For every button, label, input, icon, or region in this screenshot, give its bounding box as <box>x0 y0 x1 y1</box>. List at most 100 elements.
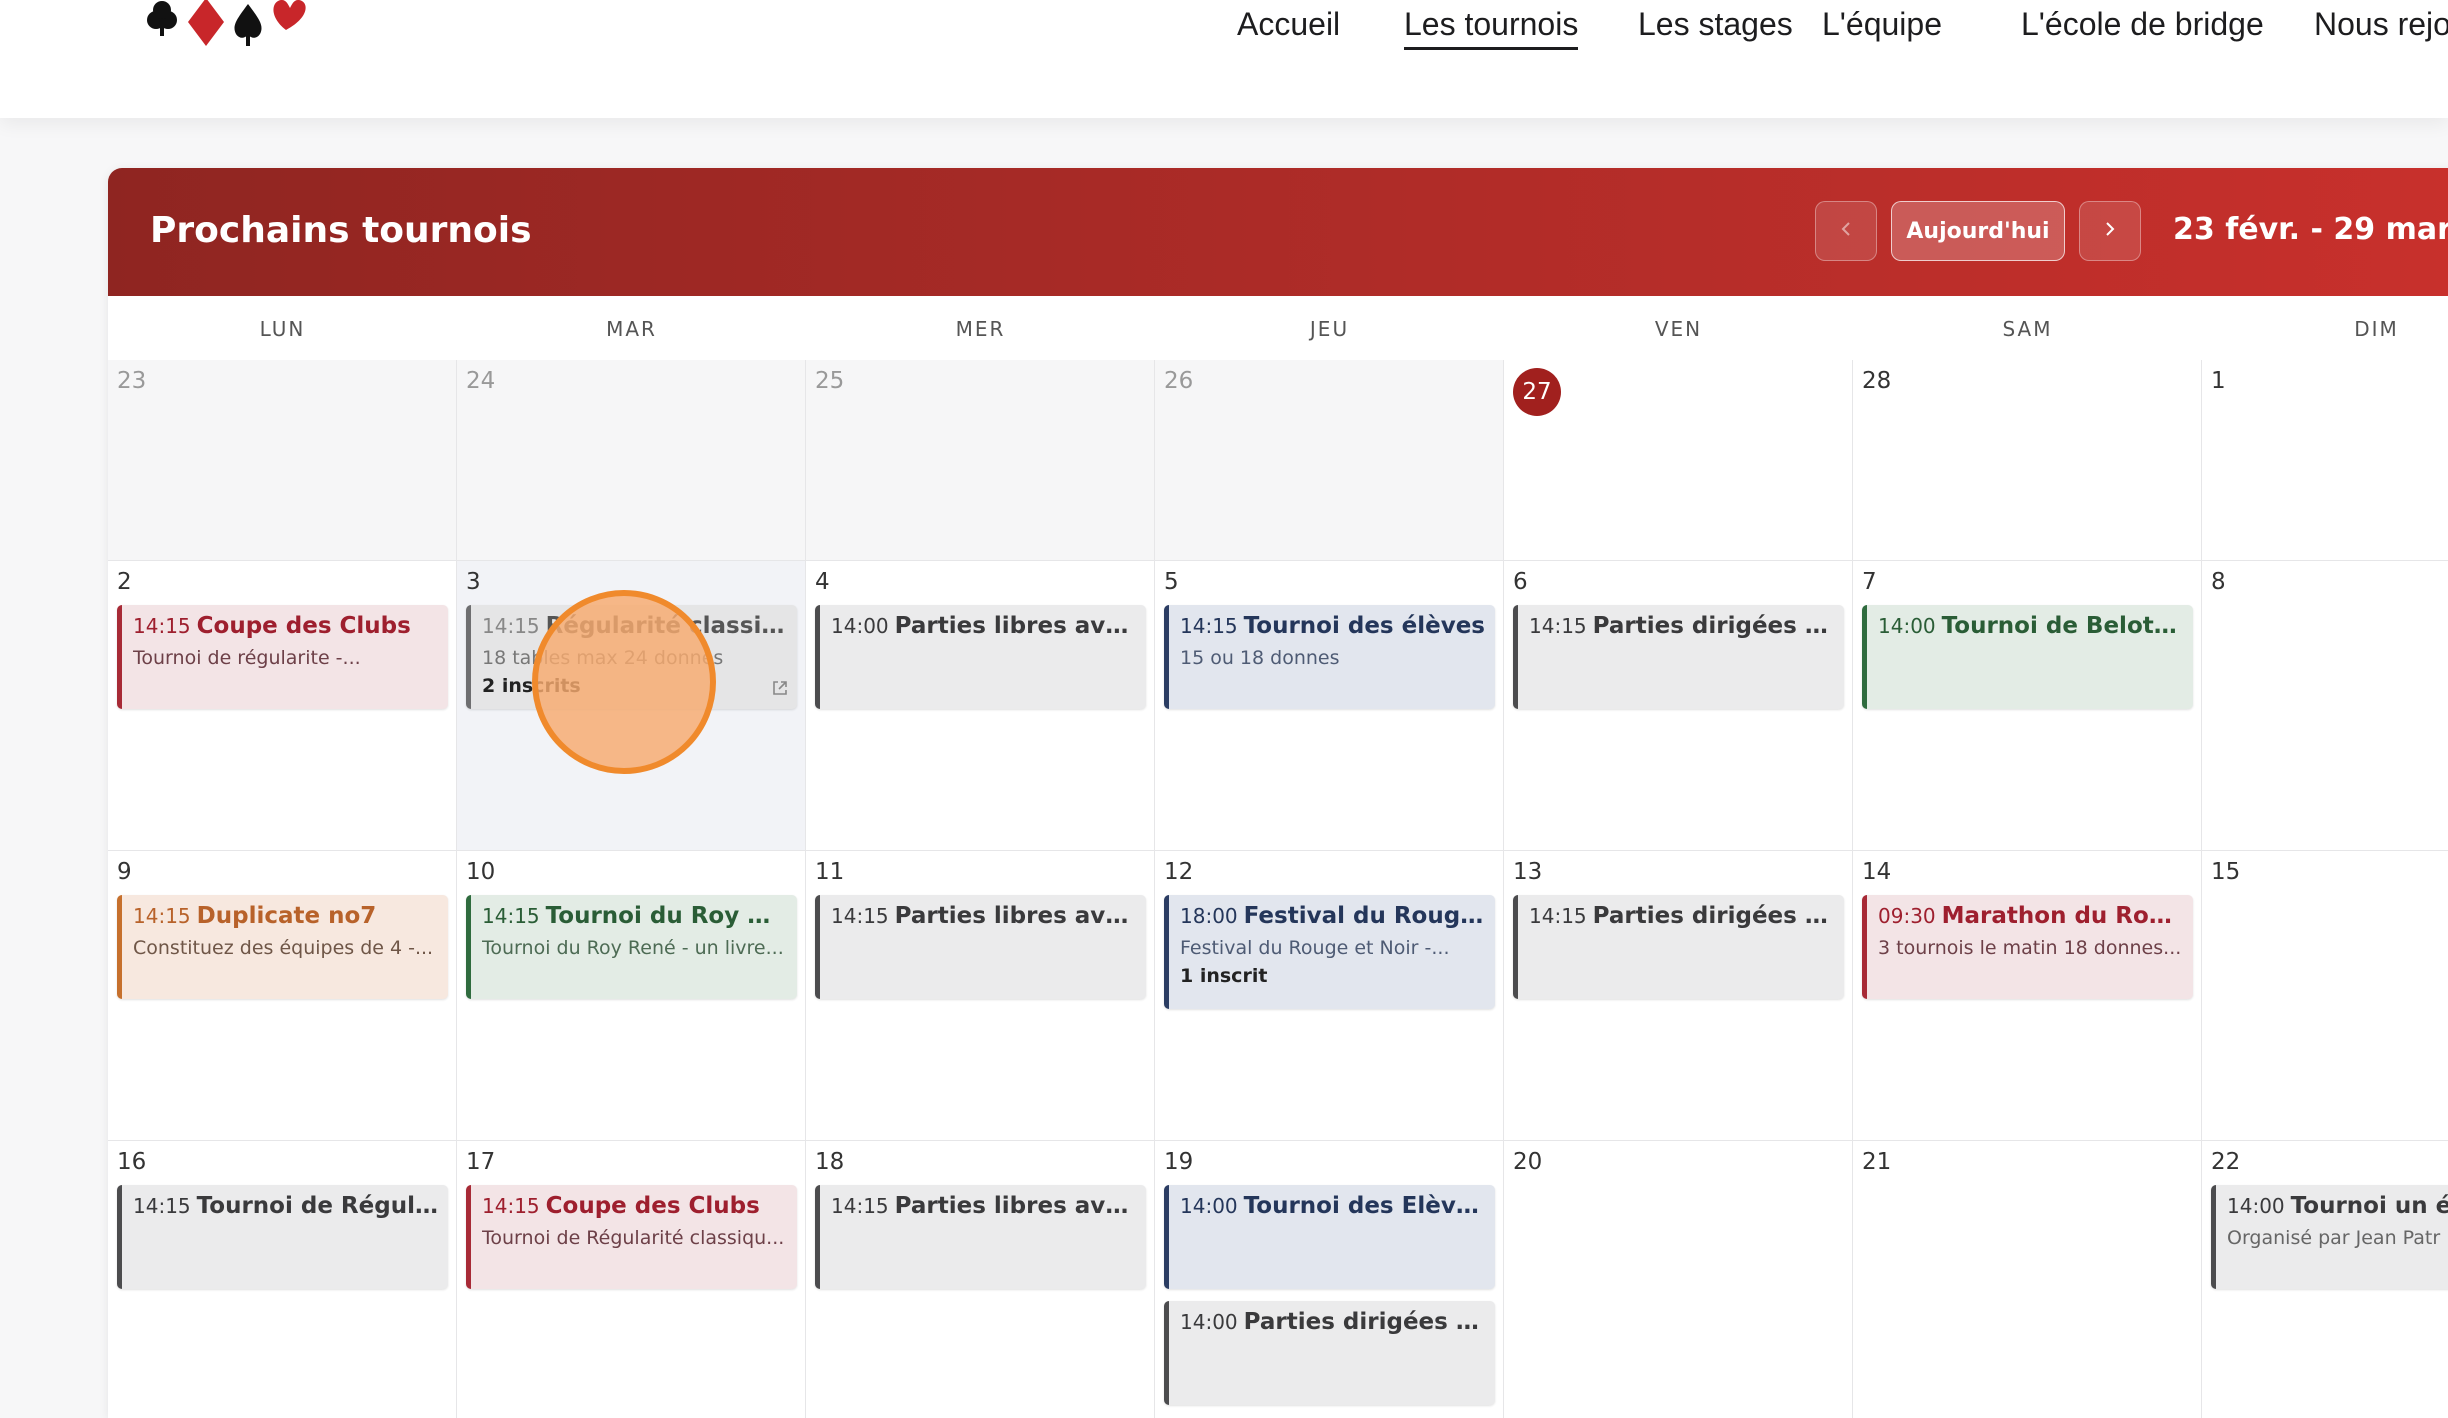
event-time: 14:15 <box>831 1194 889 1218</box>
event-card[interactable]: 14:00 Parties dirigées av... <box>1164 1301 1495 1405</box>
event-time: 14:15 <box>133 904 191 928</box>
nav-link-0[interactable]: Accueil <box>1237 6 1340 43</box>
day-number: 13 <box>1513 859 1543 885</box>
event-card[interactable]: 14:15 Coupe des Clubs Tournoi de régularit… <box>117 605 448 709</box>
event-title: Parties libres avec ... <box>894 903 1136 929</box>
event-card[interactable]: 14:00 Tournoi de Belote ... <box>1862 605 2193 709</box>
nav-link-3[interactable]: L'équipe <box>1822 6 1942 43</box>
event-card[interactable]: 14:00Tournoi un élè Organisé par Jean Pat… <box>2211 1185 2448 1289</box>
event-card[interactable]: 14:15 Tournoi des élèves 15 ou 18 donnes <box>1164 605 1495 709</box>
day-number: 24 <box>466 368 496 394</box>
day-cell[interactable]: 9 14:15 Duplicate no7 Constituez des équipe… <box>108 851 457 1141</box>
prev-week-button[interactable] <box>1815 201 1877 261</box>
day-cell[interactable]: 2 14:15 Coupe des Clubs Tournoi de régulari… <box>108 561 457 851</box>
day-number: 28 <box>1862 368 1892 394</box>
event-registrations: 1 inscrit <box>1180 965 1268 987</box>
day-number: 6 <box>1513 569 1528 595</box>
event-title-line: 14:00 Parties dirigées av... <box>1180 1309 1485 1335</box>
day-cell[interactable]: 11 14:15Parties libres avec ... <box>806 851 1155 1141</box>
event-time: 14:15 <box>482 614 540 638</box>
nav-link-2[interactable]: Les stages <box>1638 6 1793 43</box>
day-number: 1 <box>2211 368 2226 394</box>
day-cell[interactable]: 22 14:00Tournoi un élè Organisé par Jean P… <box>2202 1141 2448 1418</box>
today-button[interactable]: Aujourd'hui <box>1891 201 2065 261</box>
event-title: Festival du Rouge ... <box>1243 903 1485 929</box>
day-cell[interactable]: 17 14:15 Coupe des Clubs Tournoi de Régular… <box>457 1141 806 1418</box>
event-card[interactable]: 14:15 Parties dirigées av... <box>1513 605 1844 709</box>
event-title: Marathon du Roug... <box>1941 903 2183 929</box>
event-time: 14:00 <box>831 614 889 638</box>
event-time: 14:00 <box>1180 1310 1238 1334</box>
event-card[interactable]: 14:15Parties libres avec ... <box>815 1185 1146 1289</box>
next-week-button[interactable] <box>2079 201 2141 261</box>
event-time: 14:00 <box>1878 614 1936 638</box>
event-card[interactable]: 09:30 Marathon du Roug... 3 tournois le ma… <box>1862 895 2193 999</box>
day-cell[interactable]: 13 14:15 Parties dirigées av... <box>1504 851 1853 1141</box>
event-card[interactable]: 14:15 Duplicate no7 Constituez des équipes… <box>117 895 448 999</box>
day-number: 2 <box>117 569 132 595</box>
day-cell[interactable]: 25 <box>806 360 1155 561</box>
day-number: 11 <box>815 859 845 885</box>
event-card[interactable]: 18:00 Festival du Rouge ... Festival du Ro… <box>1164 895 1495 1009</box>
day-cell[interactable]: 27 <box>1504 360 1853 561</box>
day-cell[interactable]: 15 <box>2202 851 2448 1141</box>
event-title-line: 14:15 Tournoi des élèves <box>1180 613 1485 639</box>
day-number: 14 <box>1862 859 1892 885</box>
day-cell[interactable]: 8 <box>2202 561 2448 851</box>
event-title-line: 14:15 Duplicate no7 <box>133 903 438 929</box>
event-title-line: 14:15 Tournoi du Roy René <box>482 903 787 929</box>
event-title-line: 14:15 Coupe des Clubs <box>133 613 438 639</box>
event-time: 14:15 <box>133 1194 191 1218</box>
main-nav: Accueil Les tournois Les stages L'équipe L'é… <box>0 0 2448 60</box>
day-number: 25 <box>815 368 845 394</box>
day-cell[interactable]: 1 <box>2202 360 2448 561</box>
day-cell[interactable]: 21 <box>1853 1141 2202 1418</box>
event-title-line: 14:00 Parties libres avec... <box>831 613 1136 639</box>
day-number: 23 <box>117 368 147 394</box>
event-time: 14:15 <box>482 904 540 928</box>
chevron-left-icon <box>1836 219 1856 243</box>
day-cell[interactable]: 10 14:15 Tournoi du Roy René Tournoi du Roy… <box>457 851 806 1141</box>
event-time: 14:00 <box>1180 1194 1238 1218</box>
site-header: Accueil Les tournois Les stages L'équipe L'é… <box>0 0 2448 118</box>
day-cell[interactable]: 6 14:15 Parties dirigées av... <box>1504 561 1853 851</box>
day-cell[interactable]: 24 <box>457 360 806 561</box>
day-cell[interactable]: 19 14:00 Tournoi des Elèves 14:00 Parties di… <box>1155 1141 1504 1418</box>
day-cell[interactable]: 28 <box>1853 360 2202 561</box>
event-description: Festival du Rouge et Noir -... <box>1180 937 1450 959</box>
event-title: Duplicate no7 <box>196 903 377 929</box>
event-title-line: 18:00 Festival du Rouge ... <box>1180 903 1485 929</box>
event-card[interactable]: 14:00 Tournoi des Elèves <box>1164 1185 1495 1289</box>
day-cell[interactable]: 5 14:15 Tournoi des élèves 15 ou 18 donnes <box>1155 561 1504 851</box>
event-time: 09:30 <box>1878 904 1936 928</box>
event-title-line: 14:15 Parties dirigées av... <box>1529 613 1834 639</box>
event-title-line: 14:15 Tournoi de Régular... <box>133 1193 438 1219</box>
day-cell[interactable]: 26 <box>1155 360 1504 561</box>
calendar-header: Prochains tournois Aujourd'hui 23 févr. … <box>108 168 2448 296</box>
nav-link-5[interactable]: Nous rejo <box>2314 6 2448 43</box>
event-card[interactable]: 14:15 Tournoi du Roy René Tournoi du Roy R… <box>466 895 797 999</box>
day-cell[interactable]: 18 14:15Parties libres avec ... <box>806 1141 1155 1418</box>
nav-link-4[interactable]: L'école de bridge <box>2021 6 2264 43</box>
day-cell[interactable]: 4 14:00 Parties libres avec... <box>806 561 1155 851</box>
external-link-icon[interactable] <box>771 679 789 697</box>
day-number: 5 <box>1164 569 1179 595</box>
nav-link-1[interactable]: Les tournois <box>1404 6 1579 50</box>
event-card[interactable]: 14:15 Parties dirigées av... <box>1513 895 1844 999</box>
event-card[interactable]: 14:00 Parties libres avec... <box>815 605 1146 709</box>
weekday-ven: VEN <box>1654 317 1703 341</box>
day-cell[interactable]: 14 09:30 Marathon du Roug... 3 tournois le … <box>1853 851 2202 1141</box>
day-cell[interactable]: 20 <box>1504 1141 1853 1418</box>
event-title: Parties dirigées av... <box>1592 903 1834 929</box>
event-title-line: 14:15 Parties dirigées av... <box>1529 903 1834 929</box>
day-cell[interactable]: 7 14:00 Tournoi de Belote ... <box>1853 561 2202 851</box>
day-number: 9 <box>117 859 132 885</box>
day-number: 17 <box>466 1149 496 1175</box>
day-cell[interactable]: 16 14:15 Tournoi de Régular... <box>108 1141 457 1418</box>
day-cell[interactable]: 12 18:00 Festival du Rouge ... Festival du … <box>1155 851 1504 1141</box>
event-card[interactable]: 14:15Parties libres avec ... <box>815 895 1146 999</box>
event-card[interactable]: 14:15 Tournoi de Régular... <box>117 1185 448 1289</box>
event-card[interactable]: 14:15 Coupe des Clubs Tournoi de Régularit… <box>466 1185 797 1289</box>
chevron-right-icon <box>2100 219 2120 243</box>
day-cell[interactable]: 23 <box>108 360 457 561</box>
